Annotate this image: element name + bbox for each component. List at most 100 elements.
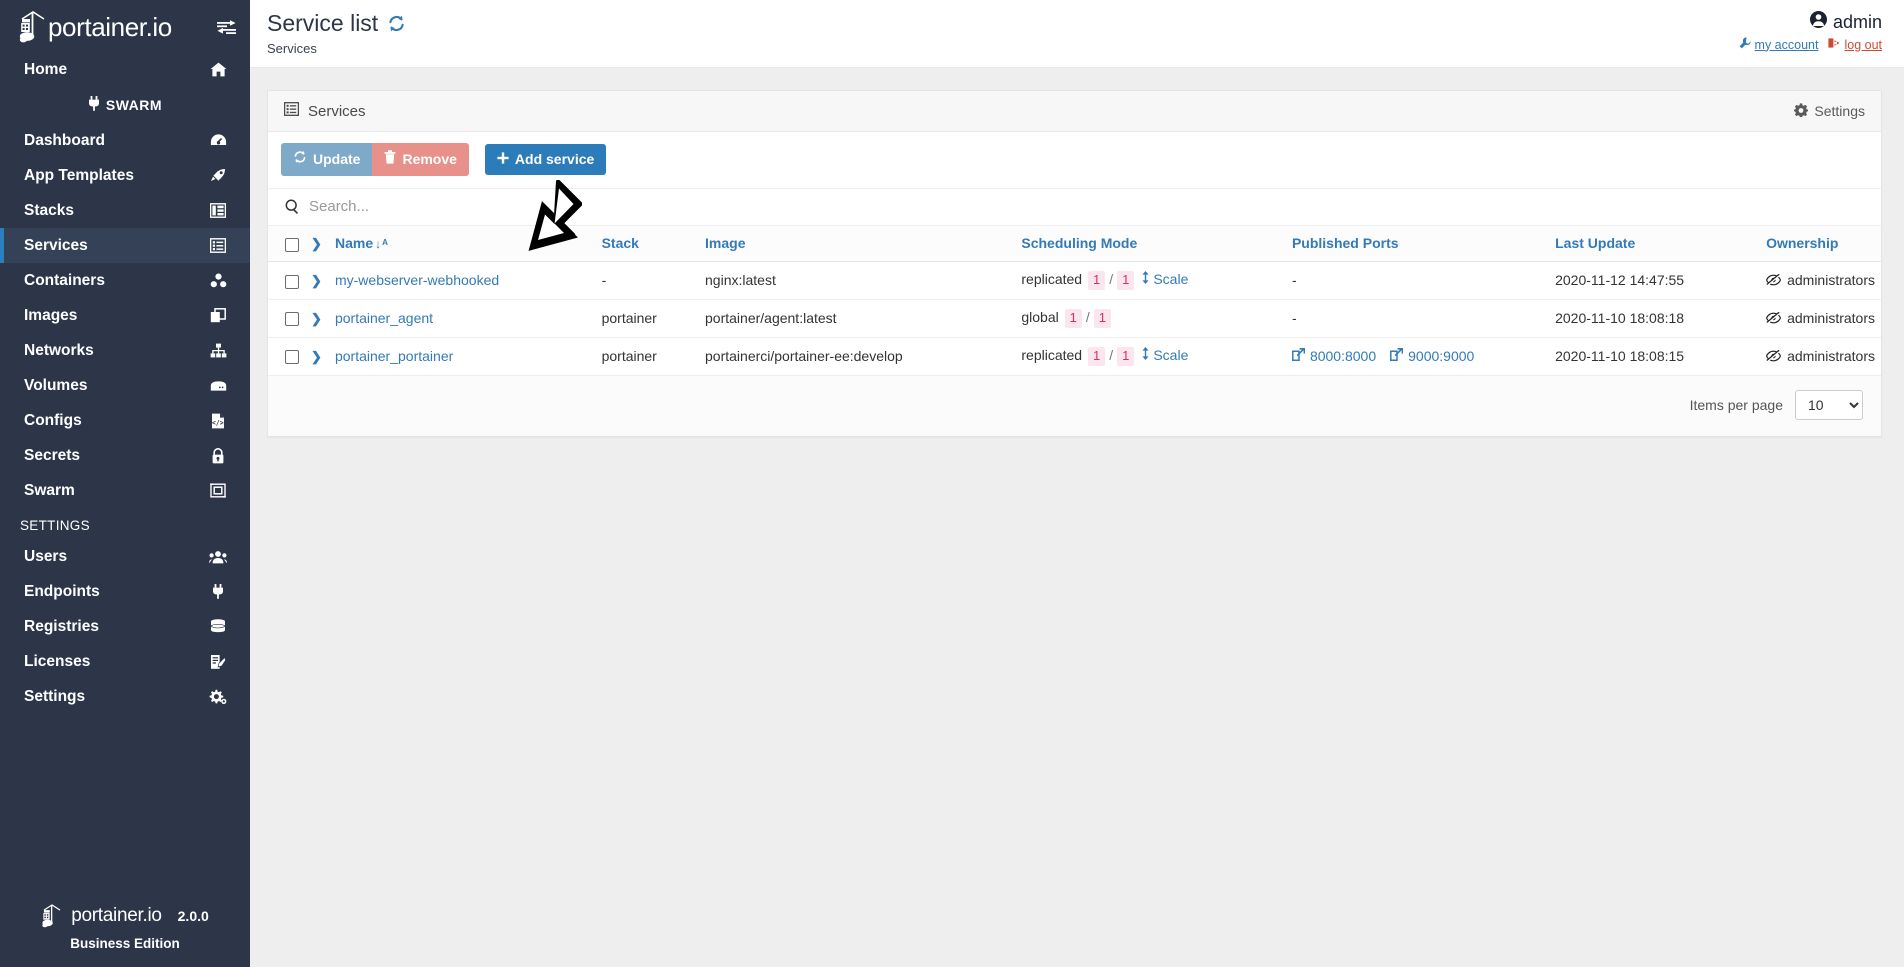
app-root: portainer.io Home SWARM Dashboard App Te…	[0, 0, 1904, 967]
sidebar-item-settings[interactable]: Settings	[0, 679, 250, 714]
service-name-link[interactable]: portainer_agent	[335, 310, 433, 326]
search-input[interactable]	[309, 195, 1865, 217]
environment-label: SWARM	[0, 87, 250, 123]
service-name-link[interactable]: my-webserver-webhooked	[335, 272, 499, 288]
page-title-wrap: Service list Services	[267, 10, 1739, 56]
add-service-button[interactable]: Add service	[484, 143, 607, 176]
table-row[interactable]: ❯ portainer_agent portainer portainer/agent…	[268, 299, 1881, 338]
sidebar-item-users[interactable]: Users	[0, 539, 250, 574]
sidebar-item-services[interactable]: Services	[0, 228, 250, 263]
items-per-page-select[interactable]: 102550100	[1795, 389, 1863, 420]
sidebar-item-home[interactable]: Home	[0, 52, 250, 87]
published-ports-empty: -	[1291, 272, 1297, 289]
sidebar-item-swarm[interactable]: Swarm	[0, 473, 250, 508]
scale-link[interactable]: Scale	[1141, 270, 1188, 287]
add-service-button-label: Add service	[514, 150, 595, 167]
sidebar-item-app-templates[interactable]: App Templates	[0, 158, 250, 193]
row-select-cell	[268, 337, 305, 376]
content-area: Services Settings Update Remove Add serv…	[250, 68, 1904, 967]
column-header-last-update[interactable]: Last Update	[1549, 225, 1761, 262]
remove-button[interactable]: Remove	[372, 143, 469, 176]
rocket-icon	[208, 168, 228, 184]
logout-link[interactable]: log out	[1828, 37, 1882, 52]
sidebar-brand[interactable]: portainer.io	[0, 0, 250, 52]
sidebar-item-configs[interactable]: Configs </>	[0, 403, 250, 438]
sidebar-item-endpoints[interactable]: Endpoints	[0, 574, 250, 609]
row-expand-chevron-icon[interactable]: ❯	[311, 349, 322, 364]
list-icon	[283, 102, 300, 120]
row-expand-chevron-icon[interactable]: ❯	[311, 311, 322, 326]
sidebar-item-label: Volumes	[24, 376, 88, 394]
ownership-label: administrators	[1787, 347, 1875, 364]
column-header-published-ports[interactable]: Published Ports	[1285, 225, 1550, 262]
column-header-image[interactable]: Image	[699, 225, 1016, 262]
portainer-logo-icon	[18, 10, 48, 44]
row-select-cell	[268, 261, 305, 300]
sidebar-item-label: Registries	[24, 617, 99, 635]
page-title: Service list	[267, 10, 1739, 36]
sidebar-item-registries[interactable]: Registries	[0, 609, 250, 644]
sidebar-item-label: Home	[24, 60, 68, 78]
expand-all-chevron-icon[interactable]: ❯	[311, 236, 322, 251]
images-icon	[208, 308, 228, 323]
update-button[interactable]: Update	[281, 143, 373, 176]
services-table: ❯ Name ↓ ᴬ Stack Image Scheduling Mode Pu…	[268, 225, 1881, 376]
replicas-separator: /	[1085, 308, 1090, 325]
logout-label: log out	[1844, 37, 1882, 52]
row-checkbox[interactable]	[285, 350, 299, 365]
row-checkbox[interactable]	[285, 312, 299, 327]
replicas-total-badge: 1	[1093, 308, 1111, 328]
footer-edition: Business Edition	[70, 936, 180, 951]
my-account-link[interactable]: my account	[1739, 37, 1818, 52]
row-expand-chevron-icon[interactable]: ❯	[311, 273, 322, 288]
wrench-icon	[1739, 37, 1751, 52]
select-all-checkbox[interactable]	[285, 237, 299, 252]
sidebar-item-secrets[interactable]: Secrets	[0, 438, 250, 473]
published-port-label: 8000:8000	[1309, 348, 1377, 365]
sidebar-item-images[interactable]: Images	[0, 298, 250, 333]
column-header-label: Published Ports	[1291, 235, 1399, 252]
column-header-name[interactable]: Name ↓ ᴬ	[328, 225, 596, 262]
sidebar-item-label: Stacks	[24, 201, 74, 219]
sidebar-item-dashboard[interactable]: Dashboard	[0, 123, 250, 158]
footer-brand: portainer.io 2.0.0	[0, 903, 250, 929]
configs-icon: </>	[208, 413, 228, 429]
column-header-label: Last Update	[1555, 235, 1636, 252]
sidebar-item-volumes[interactable]: Volumes	[0, 368, 250, 403]
table-row[interactable]: ❯ portainer_portainer portainer portainerci…	[268, 337, 1881, 376]
service-name-link[interactable]: portainer_portainer	[335, 348, 453, 364]
sidebar-item-label: Licenses	[24, 652, 91, 670]
replicas-total-badge: 1	[1117, 346, 1135, 366]
breadcrumb: Services	[267, 41, 317, 57]
select-all-header	[268, 225, 305, 262]
sidebar-item-licenses[interactable]: Licenses	[0, 644, 250, 679]
column-header-stack[interactable]: Stack	[595, 225, 700, 262]
panel-settings-button[interactable]: Settings	[1793, 103, 1865, 120]
panel-title: Services	[283, 102, 366, 120]
sidebar-footer: portainer.io 2.0.0 Business Edition	[0, 903, 250, 951]
sidebar-item-containers[interactable]: Containers	[0, 263, 250, 298]
cell-published-ports: -	[1285, 261, 1550, 300]
replicas-running-badge: 1	[1064, 308, 1082, 328]
column-header-ownership[interactable]: Ownership	[1760, 225, 1881, 262]
column-header-label: Ownership	[1766, 235, 1839, 252]
cell-stack: -	[595, 261, 700, 300]
scheduling-mode-label: global	[1021, 308, 1059, 325]
row-checkbox[interactable]	[285, 274, 299, 289]
published-port-link[interactable]: 8000:8000	[1292, 348, 1376, 364]
sidebar-item-stacks[interactable]: Stacks	[0, 193, 250, 228]
table-row[interactable]: ❯ my-webserver-webhooked - nginx:latest repl…	[268, 261, 1881, 300]
row-select-cell	[268, 299, 305, 338]
scale-link[interactable]: Scale	[1141, 346, 1188, 363]
ownership-label: administrators	[1787, 271, 1875, 288]
sidebar-item-label: Services	[24, 236, 88, 254]
published-port-link[interactable]: 9000:9000	[1390, 348, 1474, 364]
refresh-icon[interactable]	[387, 14, 406, 33]
column-header-scheduling-mode[interactable]: Scheduling Mode	[1015, 225, 1286, 262]
swarm-icon	[208, 483, 228, 498]
sidebar-collapse-toggle-icon[interactable]	[217, 19, 236, 35]
stacks-icon	[208, 203, 228, 218]
replicas-separator: /	[1109, 346, 1114, 363]
cell-image: portainer/agent:latest	[699, 299, 1016, 338]
sidebar-item-networks[interactable]: Networks	[0, 333, 250, 368]
